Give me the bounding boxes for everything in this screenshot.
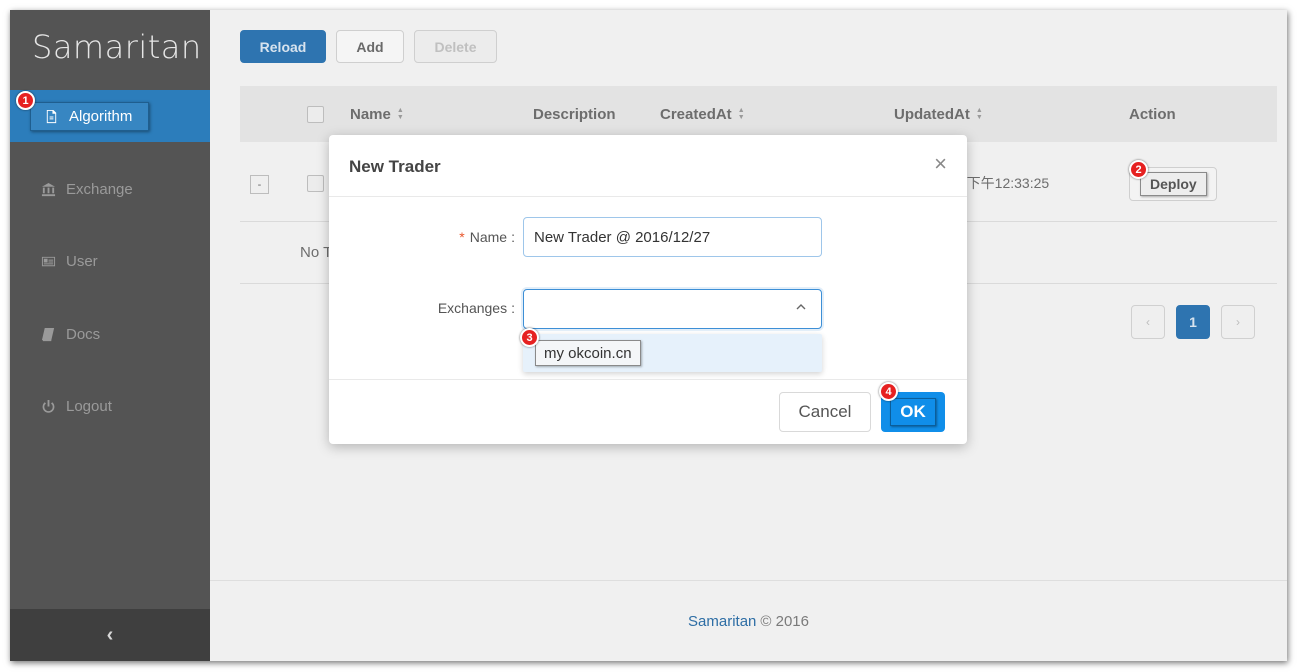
modal-header: New Trader × (329, 135, 967, 197)
exchanges-select[interactable] (523, 289, 822, 329)
name-label: * Name : (459, 229, 515, 245)
modal-title: New Trader (349, 157, 441, 176)
ok-button-label: OK (890, 398, 936, 426)
step-marker-1: 1 (16, 91, 35, 110)
exchange-option[interactable]: my okcoin.cn (535, 340, 641, 366)
new-trader-dialog: New Trader × * Name : New Trader @ 2016/… (329, 135, 967, 444)
cancel-button[interactable]: Cancel (779, 392, 871, 432)
app-window: Samaritan Algorithm Exchange User Docs L… (10, 10, 1287, 661)
step-marker-2: 2 (1129, 160, 1148, 179)
modal-footer: Cancel OK (329, 379, 967, 444)
exchanges-dropdown: my okcoin.cn (523, 334, 822, 372)
exchanges-label: Exchanges : (437, 300, 515, 316)
chevron-up-icon (796, 304, 806, 310)
required-mark: * (459, 229, 465, 245)
step-marker-4: 4 (879, 382, 898, 401)
name-input[interactable]: New Trader @ 2016/12/27 (523, 217, 822, 257)
close-icon[interactable]: × (934, 151, 947, 177)
step-marker-3: 3 (520, 328, 539, 347)
